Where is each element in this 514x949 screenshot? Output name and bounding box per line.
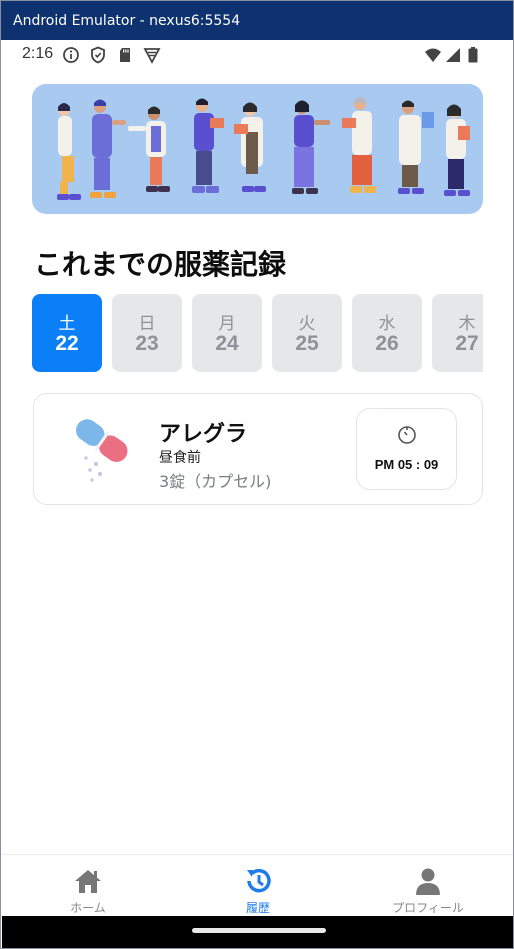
home-icon [75, 870, 101, 893]
date-day: 23 [135, 332, 159, 355]
history-icon [247, 868, 271, 893]
date-weekday: 月 [218, 314, 236, 334]
date-chip-24[interactable]: 月 24 [192, 294, 262, 372]
nav-home-label: ホーム [70, 901, 106, 915]
date-chip-22[interactable]: 土 22 [32, 294, 102, 372]
date-selector: 土 22 日 23 月 24 火 25 水 26 木 27 [32, 294, 483, 374]
nav-profile[interactable]: プロフィール [353, 855, 503, 917]
bottom-navigation: ホーム 履歴 プロフィール [2, 854, 513, 917]
date-day: 27 [455, 332, 479, 355]
time-taken: PM 05 : 09 [374, 457, 439, 472]
signal-icon [446, 48, 460, 62]
date-weekday: 水 [378, 314, 396, 334]
date-weekday: 日 [138, 314, 156, 334]
nav-home[interactable]: ホーム [13, 855, 163, 917]
medication-dose: 3錠（カプセル) [159, 472, 272, 491]
history-title: これまでの服薬記録 [34, 248, 287, 281]
system-gesture-bar [2, 916, 513, 948]
time-taken-box[interactable]: PM 05 : 09 [356, 408, 457, 490]
timer-icon [398, 426, 416, 444]
medication-card[interactable]: アレグラ 昼食前 3錠（カプセル) PM 05 : 09 [33, 393, 483, 505]
date-day: 26 [375, 332, 399, 355]
battery-icon [468, 47, 478, 63]
date-chip-27[interactable]: 木 27 [432, 294, 483, 372]
date-day: 24 [215, 332, 239, 355]
emulator-window: Android Emulator - nexus6:5554 2:16 これまで… [0, 0, 514, 949]
window-title-bar: Android Emulator - nexus6:5554 [1, 1, 513, 40]
date-day: 25 [295, 332, 319, 355]
hero-banner [32, 84, 483, 214]
status-bar: 2:16 [2, 40, 513, 68]
status-time: 2:16 [22, 45, 54, 62]
nav-history[interactable]: 履歴 [183, 855, 333, 917]
info-icon [63, 47, 79, 63]
date-day: 22 [55, 332, 79, 355]
date-weekday: 木 [458, 314, 476, 334]
window-title: Android Emulator - nexus6:5554 [13, 13, 241, 29]
medication-timing: 昼食前 [159, 450, 201, 466]
wifi-icon [425, 48, 441, 62]
nav-history-label: 履歴 [245, 901, 270, 915]
sd-card-icon [120, 48, 130, 62]
medication-name: アレグラ [159, 422, 248, 447]
date-weekday: 土 [58, 314, 76, 334]
person-icon [416, 868, 440, 895]
home-gesture-handle[interactable] [192, 928, 326, 933]
vpn-icon [143, 48, 161, 64]
medical-staff-illustration [57, 97, 470, 200]
date-chip-25[interactable]: 火 25 [272, 294, 342, 372]
date-weekday: 火 [298, 314, 316, 334]
shield-icon [91, 46, 105, 64]
date-chip-26[interactable]: 水 26 [352, 294, 422, 372]
nav-profile-label: プロフィール [392, 901, 464, 915]
capsule-icon [76, 419, 128, 482]
date-chip-23[interactable]: 日 23 [112, 294, 182, 372]
